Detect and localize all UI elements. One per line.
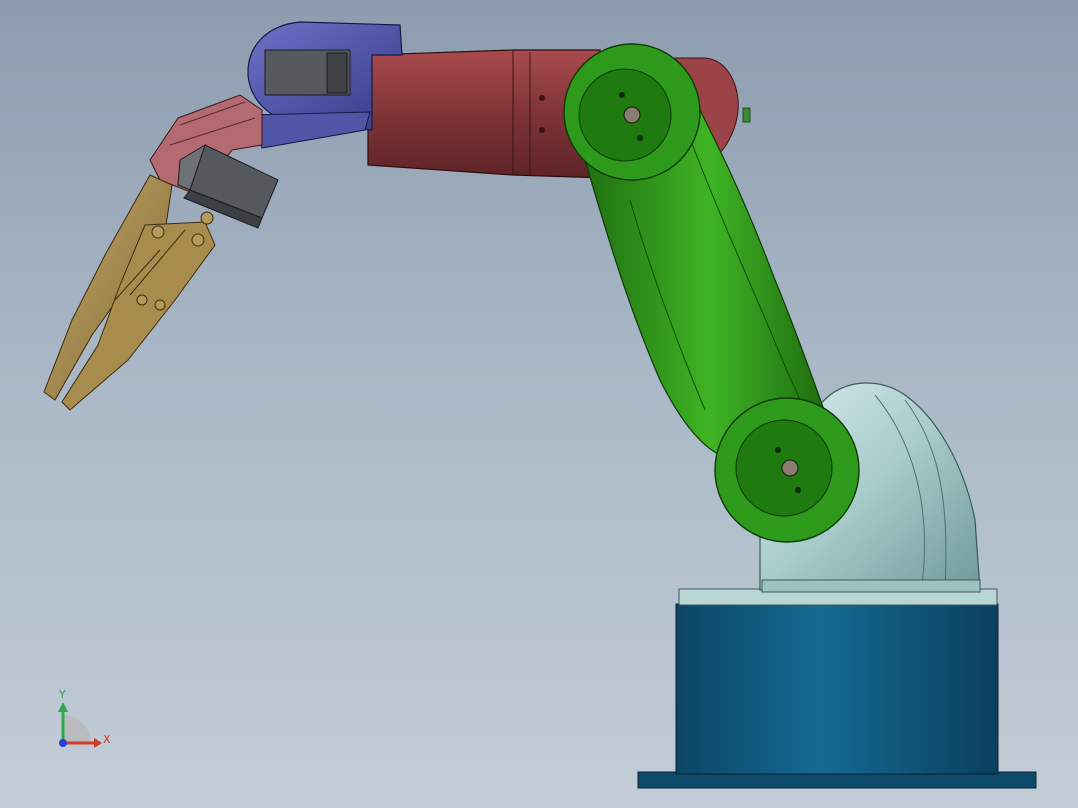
- shoulder-collar: [761, 579, 981, 593]
- axis-y-label: Y: [59, 688, 66, 701]
- wrist-link: [249, 111, 371, 149]
- reference-triad[interactable]: [58, 702, 102, 748]
- robot-arm-model[interactable]: [0, 0, 1078, 808]
- gripper-servo[interactable]: [177, 143, 279, 229]
- upper-arm-screw-2: [539, 127, 545, 133]
- upper-arm-screw-1: [539, 95, 545, 101]
- base-pedestal[interactable]: [637, 588, 1037, 789]
- triad-y-arrow: [58, 702, 68, 712]
- gripper-pivot-4: [200, 211, 214, 225]
- triad-z-axis: [59, 739, 67, 747]
- gripper-fingers[interactable]: [43, 174, 216, 411]
- cad-viewport[interactable]: Y X: [0, 0, 1078, 808]
- axis-x-label: X: [103, 733, 111, 746]
- gripper-pivot-3: [191, 233, 205, 247]
- elbow-hub-hole-1: [619, 92, 625, 98]
- wrist-servo-cap: [326, 52, 348, 94]
- gripper-pivot-5: [151, 225, 165, 239]
- shoulder-hub-hole-2: [795, 487, 801, 493]
- shoulder-hub-hole-1: [775, 447, 781, 453]
- base-cylinder: [675, 603, 999, 775]
- gripper-pivot-1: [136, 294, 148, 306]
- elbow-cap-pin: [742, 107, 751, 123]
- triad-x-arrow: [94, 738, 102, 748]
- elbow-hub-bore: [623, 106, 641, 124]
- gripper-pivot-2: [154, 299, 166, 311]
- elbow-hub-hole-2: [637, 135, 643, 141]
- shoulder-hub-bore: [781, 459, 799, 477]
- triad-plane-indicator: [63, 715, 91, 743]
